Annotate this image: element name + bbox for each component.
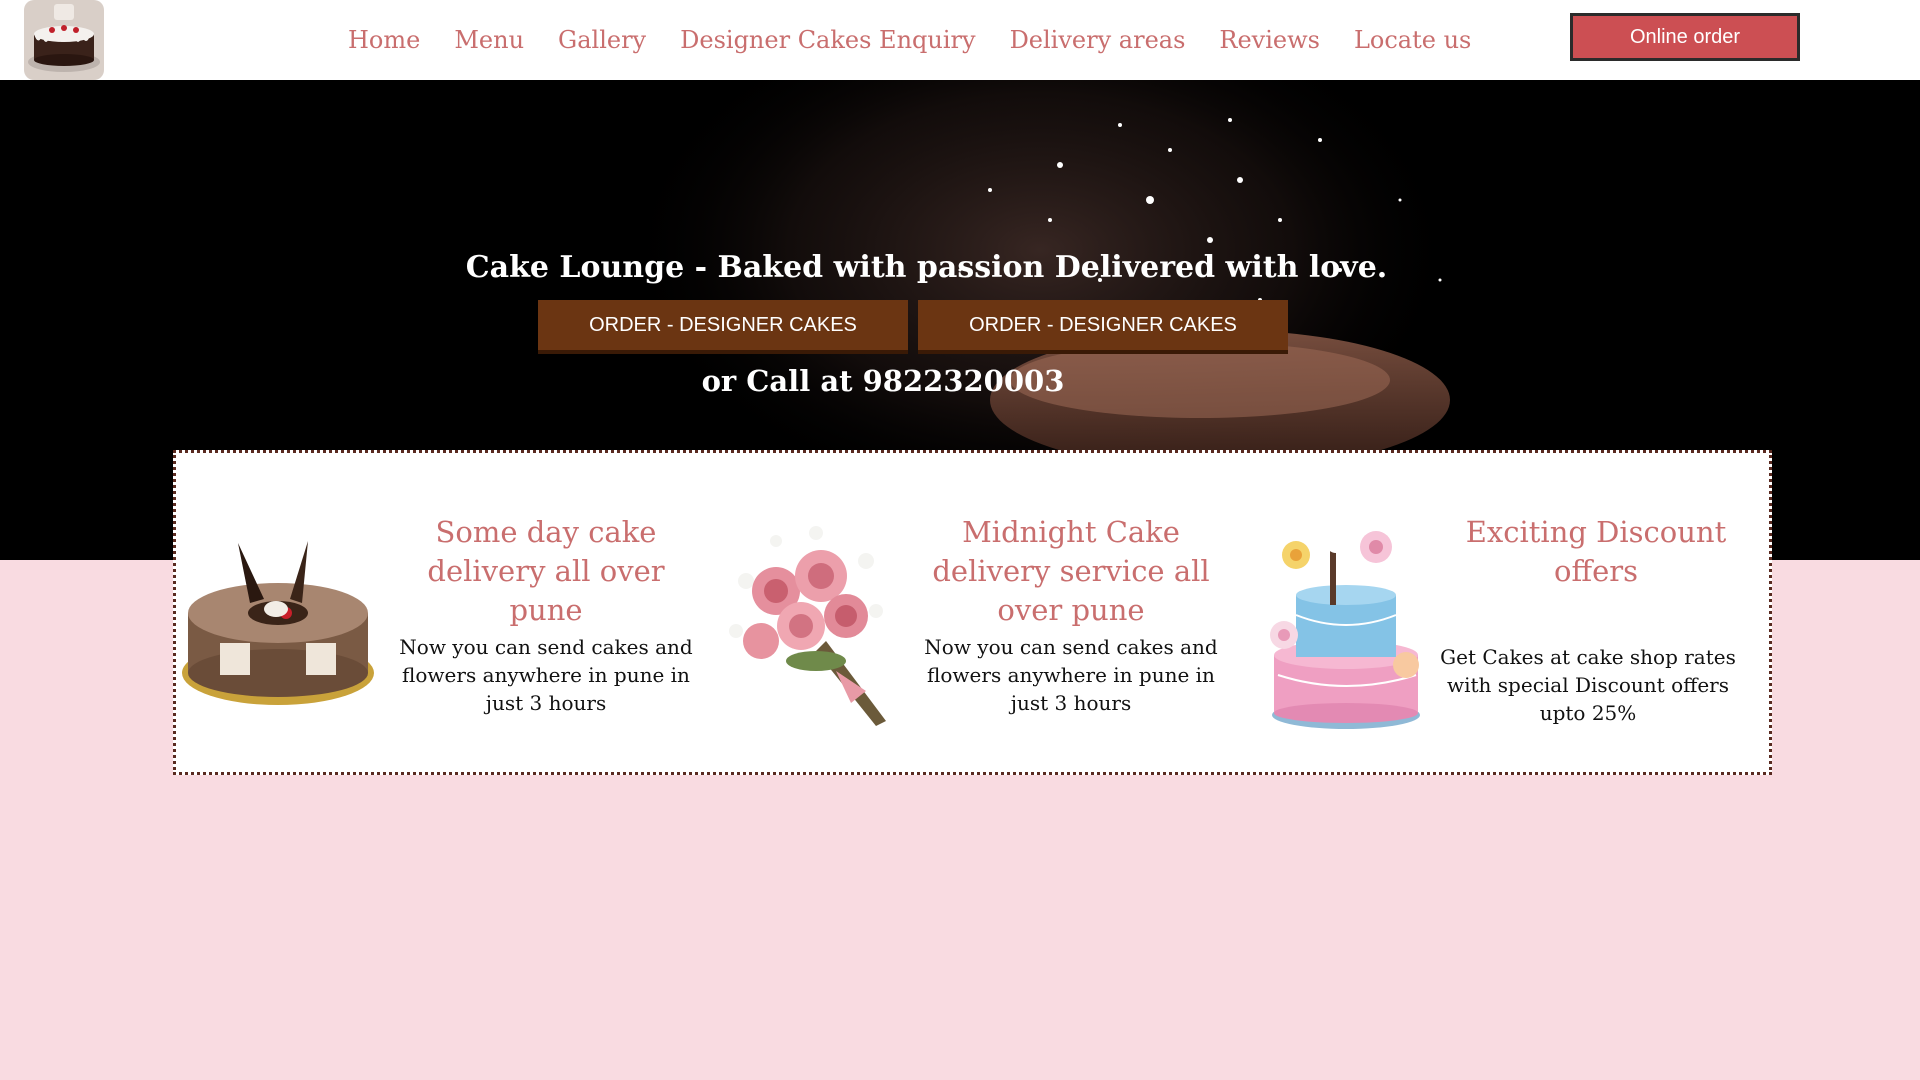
site-header: Home Menu Gallery Designer Cakes Enquiry… (0, 0, 1920, 80)
order-designer-cakes-button-2[interactable]: ORDER - DESIGNER CAKES (918, 300, 1288, 354)
nav-menu[interactable]: Menu (454, 26, 524, 54)
feature-3-text: Get Cakes at cake shop rates with specia… (1440, 645, 1736, 725)
hero-tagline: Cake Lounge - Baked with passion Deliver… (465, 250, 1388, 285)
features-panel: Some day cake delivery all over pune Now… (173, 450, 1772, 775)
nav-reviews[interactable]: Reviews (1219, 26, 1320, 54)
chocolate-ring-cake-image (182, 541, 374, 705)
nav-locate-us[interactable]: Locate us (1354, 26, 1471, 54)
online-order-button[interactable]: Online order (1570, 13, 1800, 61)
feature-3-title: Exciting Discount offers (1465, 515, 1727, 588)
cake-logo-icon[interactable] (24, 0, 104, 80)
nav-delivery-areas[interactable]: Delivery areas (1010, 26, 1186, 54)
feature-2-text: Now you can send cakes and flowers anywh… (924, 635, 1218, 715)
nav-home[interactable]: Home (348, 26, 420, 54)
order-designer-cakes-button-1[interactable]: ORDER - DESIGNER CAKES (538, 300, 908, 354)
rose-bouquet-image (729, 526, 886, 726)
call-phone-text: or Call at 9822320003 (701, 364, 1065, 398)
main-nav: Home Menu Gallery Designer Cakes Enquiry… (348, 0, 1505, 80)
nav-gallery[interactable]: Gallery (558, 26, 646, 54)
nav-designer-cakes-enquiry[interactable]: Designer Cakes Enquiry (680, 26, 975, 54)
feature-1-title: Some day cake delivery all over pune (427, 515, 665, 627)
feature-2-title: Midnight Cake delivery service all over … (932, 515, 1210, 627)
tiered-designer-cake-image (1270, 531, 1420, 729)
feature-1-text: Now you can send cakes and flowers anywh… (399, 635, 693, 715)
